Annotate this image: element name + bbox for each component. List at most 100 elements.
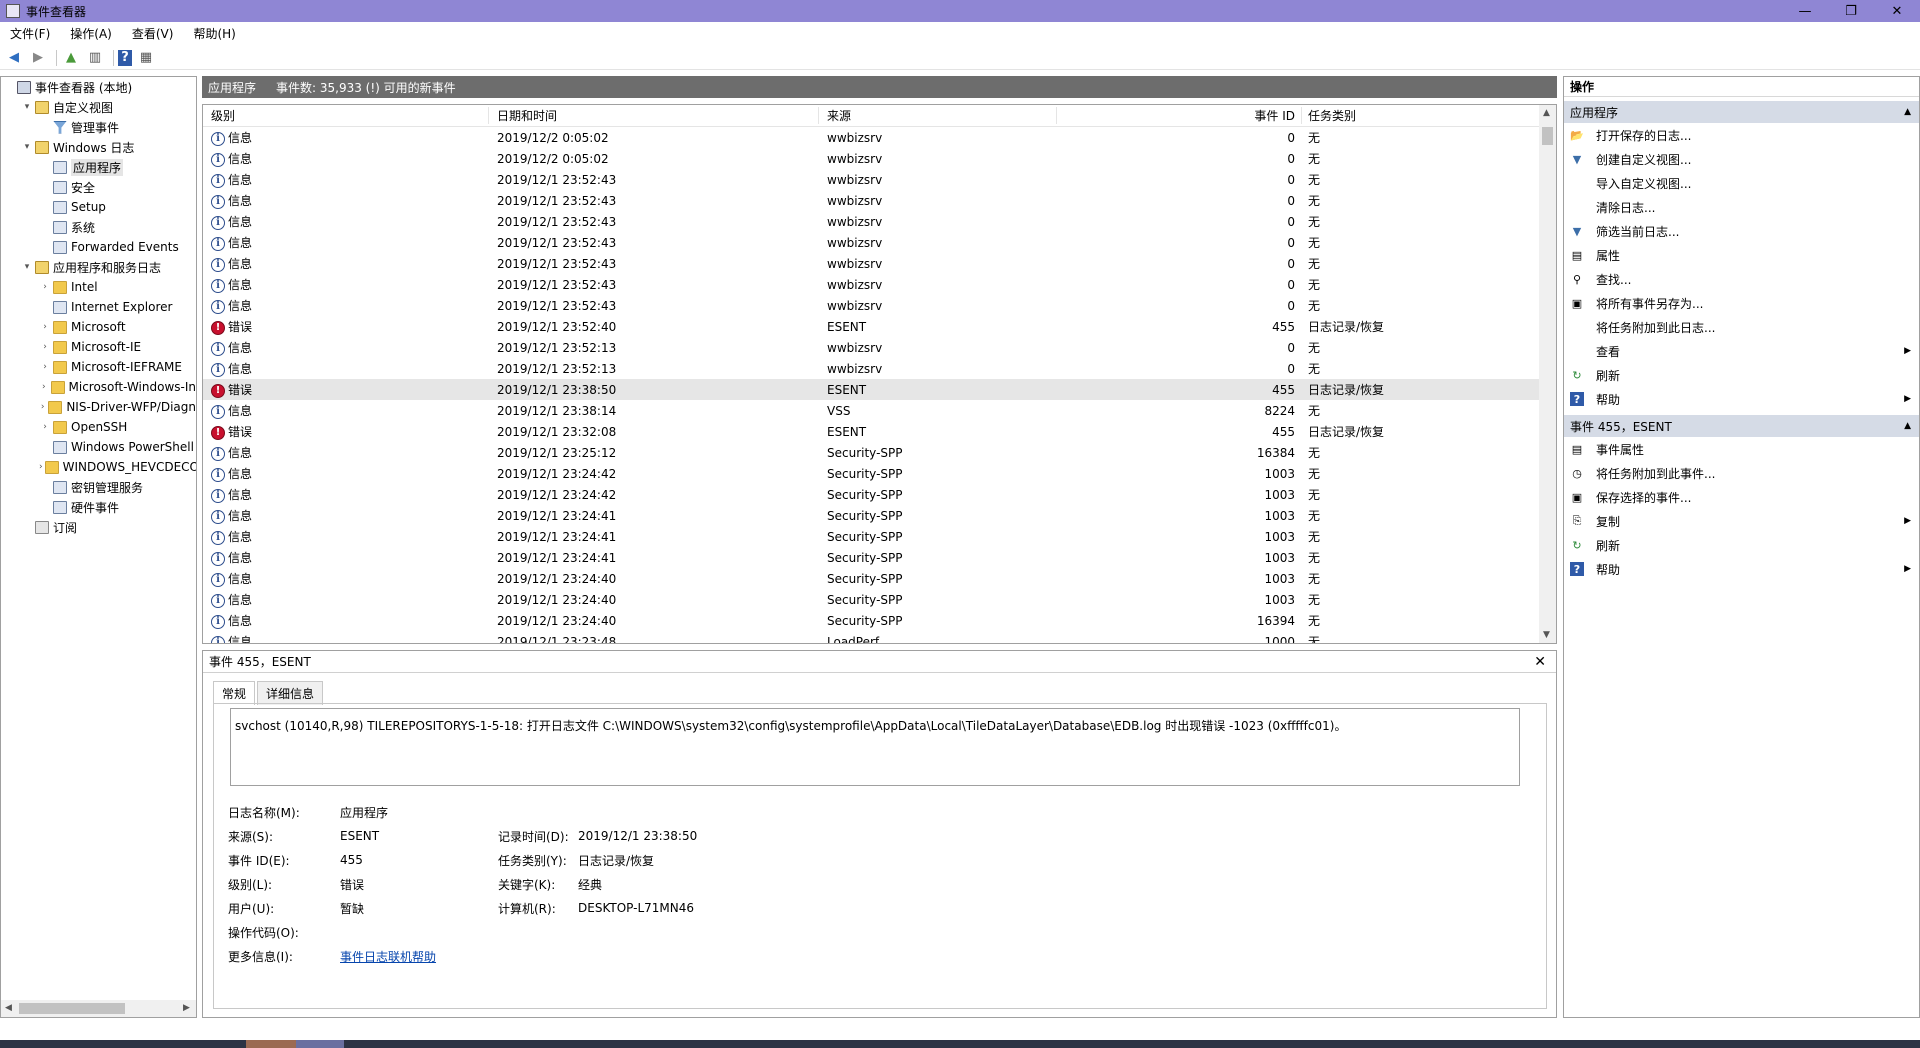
action-item[interactable]: ↻ 刷新 xyxy=(1564,533,1919,557)
event-row[interactable]: i 信息 2019/12/1 23:52:43 wwbizsrv 0 无 xyxy=(203,274,1556,295)
tree-item[interactable]: › OpenSSH xyxy=(1,417,196,437)
actions-section-log[interactable]: 应用程序 ▲ xyxy=(1564,101,1919,123)
collapse-icon[interactable]: ▲ xyxy=(1904,421,1911,431)
tree-item[interactable]: Internet Explorer xyxy=(1,297,196,317)
up-folder-icon[interactable]: ▲ xyxy=(61,48,81,68)
collapsed-chevron-icon[interactable]: › xyxy=(39,322,51,332)
scroll-right-icon[interactable]: ▶ xyxy=(183,1003,190,1013)
tree-item[interactable]: 管理事件 xyxy=(1,117,196,137)
show-hide-tree-icon[interactable]: ▥ xyxy=(85,48,105,68)
event-row[interactable]: i 信息 2019/12/2 0:05:02 wwbizsrv 0 无 xyxy=(203,148,1556,169)
event-row[interactable]: i 信息 2019/12/1 23:24:40 Security-SPP 1003 无 xyxy=(203,568,1556,589)
collapse-icon[interactable]: ▲ xyxy=(1904,107,1911,117)
collapsed-chevron-icon[interactable]: › xyxy=(39,382,49,392)
close-detail-icon[interactable]: ✕ xyxy=(1534,654,1546,670)
tree-item[interactable]: › Microsoft-IE xyxy=(1,337,196,357)
tree-item[interactable]: 事件查看器 (本地) xyxy=(1,77,196,97)
action-item[interactable]: ⚲ 查找... xyxy=(1564,267,1919,291)
event-row[interactable]: i 信息 2019/12/1 23:38:14 VSS 8224 无 xyxy=(203,400,1556,421)
tree-item[interactable]: 安全 xyxy=(1,177,196,197)
event-row[interactable]: i 信息 2019/12/1 23:25:12 Security-SPP 16384 无 xyxy=(203,442,1556,463)
event-row[interactable]: i 信息 2019/12/1 23:52:13 wwbizsrv 0 无 xyxy=(203,337,1556,358)
help-icon[interactable]: ? xyxy=(118,49,132,66)
action-item[interactable]: ▼ 筛选当前日志... xyxy=(1564,219,1919,243)
event-row[interactable]: i 信息 2019/12/1 23:52:43 wwbizsrv 0 无 xyxy=(203,253,1556,274)
action-item[interactable]: 将任务附加到此日志... xyxy=(1564,315,1919,339)
tree-item[interactable]: › Microsoft xyxy=(1,317,196,337)
event-row[interactable]: i 信息 2019/12/1 23:24:42 Security-SPP 1003 无 xyxy=(203,463,1556,484)
tree-item[interactable]: › Microsoft-IEFRAME xyxy=(1,357,196,377)
action-item[interactable]: 清除日志... xyxy=(1564,195,1919,219)
event-row[interactable]: i 信息 2019/12/2 0:05:02 wwbizsrv 0 无 xyxy=(203,127,1556,148)
scroll-left-icon[interactable]: ◀ xyxy=(5,1003,12,1013)
event-row[interactable]: i 信息 2019/12/1 23:24:41 Security-SPP 1003 无 xyxy=(203,526,1556,547)
show-action-pane-icon[interactable]: ▦ xyxy=(136,48,156,68)
event-row[interactable]: i 信息 2019/12/1 23:24:40 Security-SPP 1003 无 xyxy=(203,589,1556,610)
event-row[interactable]: i 信息 2019/12/1 23:52:43 wwbizsrv 0 无 xyxy=(203,190,1556,211)
tree-item[interactable]: Setup xyxy=(1,197,196,217)
event-row[interactable]: ! 错误 2019/12/1 23:38:50 ESENT 455 日志记录/恢复 xyxy=(203,379,1556,400)
menu-action[interactable]: 操作(A) xyxy=(60,25,122,42)
collapsed-chevron-icon[interactable]: › xyxy=(39,362,51,372)
tree-item[interactable]: 系统 xyxy=(1,217,196,237)
expanded-chevron-icon[interactable]: ▾ xyxy=(21,262,33,272)
minimize-button[interactable]: — xyxy=(1782,0,1828,22)
online-help-link[interactable]: 事件日志联机帮助 xyxy=(340,948,436,965)
event-list-vertical-scrollbar[interactable]: ▲ ▼ xyxy=(1539,105,1556,643)
tree-item[interactable]: ▾ 自定义视图 xyxy=(1,97,196,117)
action-item[interactable]: ▤ 属性 xyxy=(1564,243,1919,267)
action-item[interactable]: ↻ 刷新 xyxy=(1564,363,1919,387)
tree-item[interactable]: 硬件事件 xyxy=(1,497,196,517)
column-header-source[interactable]: 来源 xyxy=(818,107,1056,124)
collapsed-chevron-icon[interactable]: › xyxy=(39,282,51,292)
event-description[interactable]: svchost (10140,R,98) TILEREPOSITORYS-1-5… xyxy=(230,708,1520,786)
collapsed-chevron-icon[interactable]: › xyxy=(39,462,43,472)
tree-item[interactable]: ▾ 应用程序和服务日志 xyxy=(1,257,196,277)
event-row[interactable]: i 信息 2019/12/1 23:52:13 wwbizsrv 0 无 xyxy=(203,358,1556,379)
tree-item[interactable]: ▾ Windows 日志 xyxy=(1,137,196,157)
actions-section-event[interactable]: 事件 455，ESENT ▲ xyxy=(1564,415,1919,437)
action-item[interactable]: ⎘ 复制 ▶ xyxy=(1564,509,1919,533)
action-item[interactable]: ? 帮助 ▶ xyxy=(1564,557,1919,581)
menu-view[interactable]: 查看(V) xyxy=(122,25,184,42)
tree-item[interactable]: 订阅 xyxy=(1,517,196,537)
event-row[interactable]: ! 错误 2019/12/1 23:32:08 ESENT 455 日志记录/恢复 xyxy=(203,421,1556,442)
tree-item[interactable]: › NIS-Driver-WFP/Diagn xyxy=(1,397,196,417)
action-item[interactable]: ▣ 将所有事件另存为... xyxy=(1564,291,1919,315)
action-item[interactable]: 📂 打开保存的日志... xyxy=(1564,123,1919,147)
event-row[interactable]: ! 错误 2019/12/1 23:52:40 ESENT 455 日志记录/恢复 xyxy=(203,316,1556,337)
tree-item[interactable]: › Intel xyxy=(1,277,196,297)
expanded-chevron-icon[interactable]: ▾ xyxy=(21,102,33,112)
event-row[interactable]: i 信息 2019/12/1 23:24:42 Security-SPP 1003 无 xyxy=(203,484,1556,505)
action-item[interactable]: ▼ 创建自定义视图... xyxy=(1564,147,1919,171)
collapsed-chevron-icon[interactable]: › xyxy=(39,402,46,412)
scroll-thumb[interactable] xyxy=(19,1003,125,1014)
scroll-down-icon[interactable]: ▼ xyxy=(1543,630,1550,640)
column-header-task[interactable]: 任务类别 xyxy=(1301,107,1531,124)
menu-help[interactable]: 帮助(H) xyxy=(183,25,245,42)
tree-item[interactable]: › WINDOWS_HEVCDECO xyxy=(1,457,196,477)
tab-details[interactable]: 详细信息 xyxy=(257,681,324,705)
event-row[interactable]: i 信息 2019/12/1 23:23:48 LoadPerf 1000 无 xyxy=(203,631,1556,643)
collapsed-chevron-icon[interactable]: › xyxy=(39,342,51,352)
collapsed-chevron-icon[interactable]: › xyxy=(39,422,51,432)
event-row[interactable]: i 信息 2019/12/1 23:52:43 wwbizsrv 0 无 xyxy=(203,295,1556,316)
restore-button[interactable]: ❐ xyxy=(1828,0,1874,22)
close-button[interactable]: ✕ xyxy=(1874,0,1920,22)
scroll-thumb[interactable] xyxy=(1542,127,1553,145)
tree-item[interactable]: Windows PowerShell xyxy=(1,437,196,457)
tab-general[interactable]: 常规 xyxy=(213,681,256,705)
tree-item[interactable]: Forwarded Events xyxy=(1,237,196,257)
event-row[interactable]: i 信息 2019/12/1 23:52:43 wwbizsrv 0 无 xyxy=(203,232,1556,253)
event-row[interactable]: i 信息 2019/12/1 23:24:40 Security-SPP 16394 无 xyxy=(203,610,1556,631)
taskbar-item[interactable] xyxy=(296,1040,344,1048)
column-header-event-id[interactable]: 事件 ID xyxy=(1056,107,1301,124)
taskbar-item[interactable] xyxy=(246,1040,296,1048)
expanded-chevron-icon[interactable]: ▾ xyxy=(21,142,33,152)
action-item[interactable]: 导入自定义视图... xyxy=(1564,171,1919,195)
column-header-level[interactable]: 级别 xyxy=(203,107,488,124)
tree-item[interactable]: 应用程序 xyxy=(1,157,196,177)
action-item[interactable]: ? 帮助 ▶ xyxy=(1564,387,1919,411)
tree-item[interactable]: › Microsoft-Windows-In xyxy=(1,377,196,397)
forward-arrow-icon[interactable]: ▶ xyxy=(28,48,48,68)
